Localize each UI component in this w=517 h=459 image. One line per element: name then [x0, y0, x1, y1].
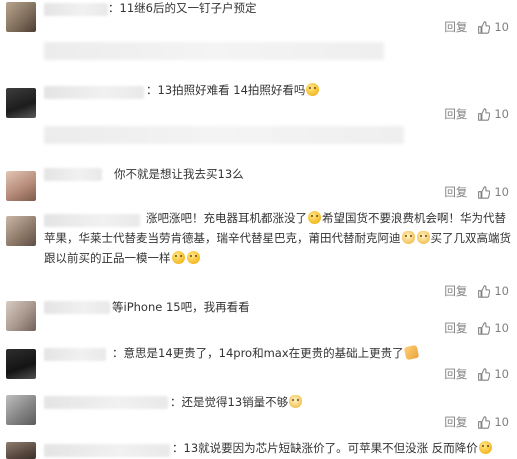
- smile-emoji: [186, 251, 200, 264]
- avatar[interactable]: [6, 216, 36, 246]
- comment-text: 涨吧涨吧！充电器耳机都涨没了 希望国货不要浪费机会啊！华为代替苹果，华莱士代替麦当…: [44, 211, 511, 265]
- thumbs-up-emoji: [403, 344, 419, 361]
- like-button[interactable]: 10: [477, 20, 509, 34]
- like-button[interactable]: 10: [477, 367, 509, 381]
- like-button[interactable]: 10: [477, 284, 509, 298]
- smile-emoji: [478, 441, 492, 454]
- comment-actions: 回复 10: [444, 184, 509, 200]
- reply-button[interactable]: 回复: [444, 366, 467, 382]
- thumbs-up-icon: [478, 415, 491, 429]
- comment-actions: 回复 10: [444, 366, 509, 382]
- thumbs-up-icon: [478, 284, 491, 298]
- sweat-smile-emoji: [308, 211, 321, 224]
- like-count: 10: [494, 321, 509, 335]
- comment-text: ：意思是14更贵了，14pro和max在更贵的基础上更贵了: [112, 343, 419, 363]
- comment-text: ：11继6后的又一钉子户预定: [108, 1, 257, 15]
- comment-actions: 回复 10: [444, 19, 509, 35]
- like-count: 10: [494, 185, 509, 199]
- reply-button[interactable]: 回复: [444, 184, 467, 200]
- like-button[interactable]: 10: [477, 107, 509, 121]
- like-count: 10: [494, 367, 509, 381]
- like-count: 10: [494, 284, 509, 298]
- crying-face-emoji: [306, 83, 320, 96]
- cat-face-emoji: [289, 395, 303, 408]
- avatar[interactable]: [6, 349, 36, 379]
- like-count: 10: [494, 107, 509, 121]
- avatar[interactable]: [6, 171, 36, 201]
- comment-text: ：13就说要因为芯片短缺涨价了。可苹果不但没涨 反而降价: [172, 438, 493, 458]
- blurred-username: [44, 348, 106, 361]
- avatar[interactable]: [6, 2, 36, 32]
- thumbs-up-icon: [478, 20, 491, 34]
- avatar[interactable]: [6, 301, 36, 331]
- blurred-username: [44, 3, 108, 16]
- like-button[interactable]: 10: [477, 415, 509, 429]
- reply-button[interactable]: 回复: [444, 283, 467, 299]
- smile-emoji: [171, 251, 185, 264]
- thumbs-up-icon: [478, 185, 491, 199]
- blurred-username: [44, 86, 144, 99]
- blurred-username: [44, 301, 110, 314]
- avatar[interactable]: [6, 395, 36, 425]
- comment-actions: 回复 10: [444, 320, 509, 336]
- like-button[interactable]: 10: [477, 185, 509, 199]
- blurred-username: [44, 168, 102, 181]
- comment-text: 等iPhone 15吧，我再看看: [112, 300, 250, 314]
- blurred-username: [44, 396, 168, 409]
- comment-text: ：还是觉得13销量不够: [170, 392, 303, 412]
- comment-text: 你不就是想让我去买13么: [114, 167, 244, 181]
- thumbs-up-icon: [478, 321, 491, 335]
- cat-face-emoji: [401, 231, 415, 244]
- thumbs-up-icon: [478, 367, 491, 381]
- comment-actions: 回复 10: [444, 283, 509, 299]
- blurred-username: [44, 444, 170, 457]
- reply-button[interactable]: 回复: [444, 106, 467, 122]
- cat-face-emoji: [416, 231, 430, 244]
- thumbs-up-icon: [478, 107, 491, 121]
- like-count: 10: [494, 415, 509, 429]
- like-button[interactable]: 10: [477, 321, 509, 335]
- comment-text: ：13拍照好难看 14拍照好看吗: [146, 80, 320, 100]
- reply-button[interactable]: 回复: [444, 320, 467, 336]
- blurred-content: [44, 126, 404, 144]
- blurred-content: [44, 42, 384, 60]
- avatar[interactable]: [6, 442, 36, 459]
- like-count: 10: [494, 20, 509, 34]
- reply-button[interactable]: 回复: [444, 19, 467, 35]
- comment-actions: 回复 10: [444, 106, 509, 122]
- comment-actions: 回复 10: [444, 414, 509, 430]
- avatar[interactable]: [6, 88, 36, 118]
- reply-button[interactable]: 回复: [444, 414, 467, 430]
